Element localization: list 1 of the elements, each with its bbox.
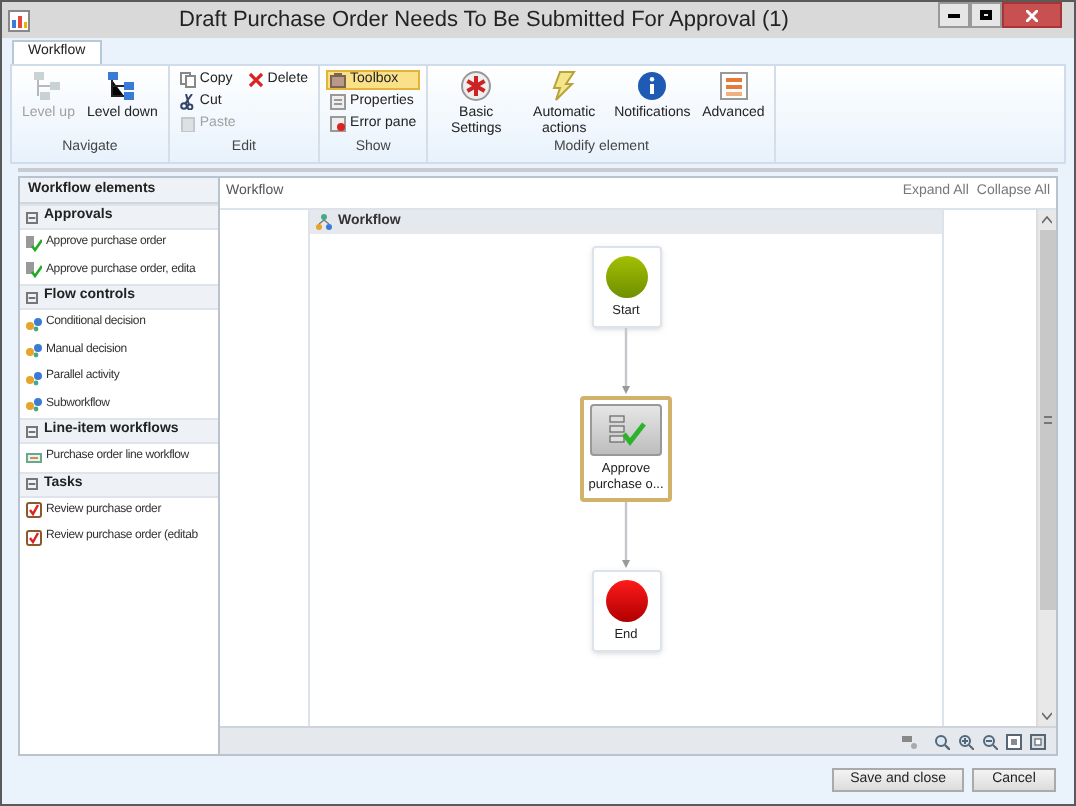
window-title: Draft Purchase Order Needs To Be Submitted For Approval (1) xyxy=(177,5,791,36)
